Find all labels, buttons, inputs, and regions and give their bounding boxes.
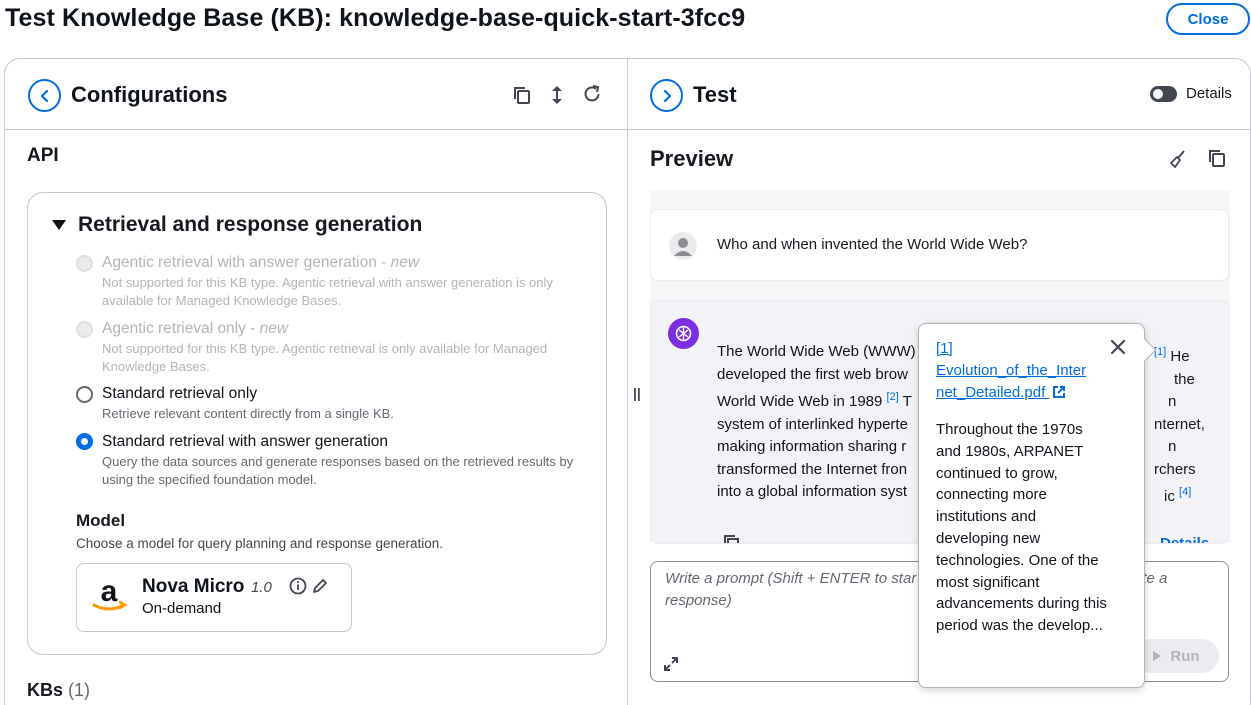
refresh-icon — [584, 85, 600, 102]
option-agentic-only-desc: Not supported for this KB type. Agentic … — [102, 341, 548, 374]
retrieval-section: Retrieval and response generation Agenti… — [27, 192, 607, 655]
option-standard-retrieval-label[interactable]: Standard retrieval only — [102, 385, 257, 403]
user-message: Who and when invented the World Wide Web… — [650, 209, 1229, 281]
kbs-heading: KBs (1) — [27, 680, 91, 700]
close-popover-icon[interactable] — [1109, 338, 1127, 361]
expand-right-button[interactable] — [650, 79, 683, 112]
radio-agentic-only — [76, 321, 93, 338]
copy-preview-button[interactable] — [1205, 146, 1229, 170]
citation-1[interactable]: [1] — [1154, 346, 1166, 358]
details-toggle-label: Details — [1186, 85, 1232, 102]
edit-pencil-icon[interactable] — [311, 577, 329, 600]
option-agentic-answer-desc: Not supported for this KB type. Agentic … — [102, 275, 553, 308]
external-link-icon — [1053, 386, 1066, 398]
option-standard-answer-label[interactable]: Standard retrieval with answer generatio… — [102, 433, 388, 451]
clear-chat-button[interactable] — [1166, 147, 1190, 171]
radio-standard-retrieval[interactable] — [76, 386, 93, 403]
user-question: Who and when invented the World Wide Web… — [717, 236, 1028, 253]
api-label: API — [27, 145, 59, 166]
user-avatar-icon — [668, 231, 698, 266]
amazon-logo-icon: a — [89, 575, 129, 616]
play-icon — [1153, 651, 1162, 661]
chevron-right-icon — [663, 89, 671, 102]
copy-icon — [1209, 150, 1225, 167]
bot-details-link[interactable]: Details — [1160, 535, 1209, 543]
ai-avatar-icon — [668, 318, 699, 354]
citation-source-link[interactable]: [1] Evolution_of_the_Inter net_Detailed.… — [936, 338, 1106, 404]
copy-config-button[interactable] — [510, 83, 534, 107]
resize-handle[interactable]: || — [633, 385, 641, 401]
citation-excerpt: Throughout the 1970s and 1980s, ARPANET … — [936, 421, 1107, 635]
details-toggle[interactable] — [1150, 86, 1177, 102]
option-standard-retrieval-desc: Retrieve relevant content directly from … — [102, 406, 394, 421]
preview-title: Preview — [650, 146, 734, 171]
copy-answer-icon[interactable] — [723, 534, 741, 543]
option-agentic-only-label: Agentic retrieval only - new — [102, 320, 289, 337]
citation-popover: [1] Evolution_of_the_Inter net_Detailed.… — [918, 323, 1157, 688]
radio-standard-answer[interactable] — [76, 433, 93, 450]
model-description: Choose a model for query planning and re… — [76, 536, 443, 551]
svg-text:a: a — [101, 576, 118, 608]
broom-icon — [1170, 150, 1185, 168]
refresh-button[interactable] — [580, 82, 604, 106]
configurations-title: Configurations — [71, 82, 228, 107]
citation-4[interactable]: [4] — [1179, 486, 1191, 498]
model-card[interactable]: a Nova Micro 1.0 On-demand — [76, 563, 352, 632]
configurations-header: Configurations — [5, 59, 627, 130]
radio-agentic-answer — [76, 255, 93, 272]
test-header: Test Details — [628, 59, 1250, 130]
test-title: Test — [693, 82, 737, 107]
citation-2[interactable]: [2] — [887, 391, 899, 403]
model-throughput: On-demand — [142, 600, 222, 617]
page-title: Test Knowledge Base (KB): knowledge-base… — [5, 4, 746, 32]
model-version: 1.0 — [251, 579, 272, 596]
expand-prompt-icon[interactable] — [663, 656, 679, 677]
caret-down-icon[interactable] — [52, 220, 66, 230]
collapse-left-button[interactable] — [28, 79, 61, 112]
bot-answer-right: [1] He the n nternet, n rchers ic [4] — [1154, 346, 1205, 505]
run-button[interactable]: Run — [1133, 639, 1219, 673]
close-button[interactable]: Close — [1166, 3, 1250, 35]
model-name: Nova Micro — [142, 576, 245, 597]
configurations-panel: Configurations API Retrieval and respons… — [5, 59, 628, 705]
info-icon[interactable] — [289, 577, 307, 600]
expand-vertical-icon — [552, 86, 562, 104]
copy-icon — [514, 87, 530, 104]
option-standard-answer-desc: Query the data sources and generate resp… — [102, 454, 574, 487]
expand-collapse-button[interactable] — [545, 83, 569, 107]
chevron-left-icon — [40, 89, 48, 102]
retrieval-section-title[interactable]: Retrieval and response generation — [78, 213, 422, 237]
option-agentic-answer-label: Agentic retrieval with answer generation… — [102, 254, 420, 271]
model-heading: Model — [76, 511, 126, 530]
